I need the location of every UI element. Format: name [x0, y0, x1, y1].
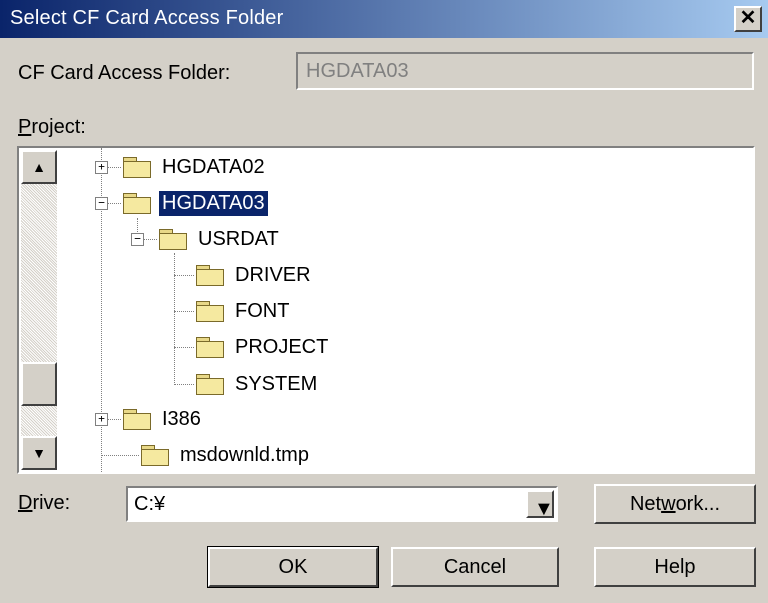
folder-icon [196, 374, 224, 395]
cancel-label: Cancel [443, 556, 507, 578]
tree-item-label: HGDATA02 [162, 155, 265, 178]
tree-item-label: HGDATA03 [158, 189, 269, 217]
drive-value: C:¥ [134, 493, 166, 515]
tree-item-project[interactable]: PROJECT [196, 332, 331, 362]
chevron-down-icon: ▼ [534, 498, 554, 520]
arrow-down-icon: ▼ [32, 445, 46, 461]
tree-item-usrdat[interactable]: USRDAT [159, 224, 282, 254]
scroll-up-button[interactable]: ▲ [21, 150, 57, 184]
tree-item-label: PROJECT [235, 335, 329, 358]
folder-icon [123, 157, 151, 178]
project-label-rest: roject: [31, 116, 86, 138]
scroll-thumb[interactable] [21, 362, 57, 406]
network-label-post: ork... [675, 493, 721, 515]
tree-item-font[interactable]: FONT [196, 296, 292, 326]
window-title: Select CF Card Access Folder [10, 7, 284, 29]
tree-line [174, 384, 194, 385]
drive-dropdown-button[interactable]: ▼ [526, 490, 554, 520]
collapse-toggle[interactable]: − [131, 233, 144, 246]
tree-line [174, 253, 175, 385]
folder-icon [196, 301, 224, 322]
tree-line [174, 275, 194, 276]
folder-icon [141, 445, 169, 466]
drive-label: Drive: [18, 492, 70, 515]
scroll-down-button[interactable]: ▼ [21, 436, 57, 470]
tree-item-label: I386 [162, 407, 201, 430]
tree-item-system[interactable]: SYSTEM [196, 369, 320, 399]
drive-label-rest: rive: [32, 492, 71, 514]
network-label-accel: w [661, 493, 676, 515]
dialog-window: Select CF Card Access Folder ✕ CF Card A… [0, 0, 768, 603]
network-label-pre: Net [629, 493, 662, 515]
tree-line [174, 311, 194, 312]
ok-button[interactable]: OK [207, 546, 379, 588]
folder-icon [123, 193, 151, 214]
project-label-accel: P [18, 116, 32, 138]
close-icon: ✕ [739, 7, 757, 29]
folder-icon [159, 229, 187, 250]
tree-line [101, 455, 139, 456]
ok-label: OK [278, 556, 308, 578]
access-folder-field: HGDATA03 [296, 52, 754, 90]
tree-item-label: DRIVER [235, 263, 311, 286]
access-folder-value: HGDATA03 [306, 60, 409, 82]
folder-icon [123, 409, 151, 430]
tree-item-msdownld[interactable]: msdownld.tmp [141, 440, 312, 470]
help-button[interactable]: Help [594, 547, 756, 587]
tree-item-label: msdownld.tmp [180, 443, 309, 466]
title-bar[interactable]: Select CF Card Access Folder ✕ [0, 0, 768, 38]
tree-vertical-scrollbar[interactable]: ▲ ▼ [21, 150, 57, 470]
expand-toggle[interactable]: + [95, 161, 108, 174]
close-button[interactable]: ✕ [734, 6, 762, 32]
folder-icon [196, 265, 224, 286]
collapse-toggle[interactable]: − [95, 197, 108, 210]
drive-label-accel: D [18, 492, 33, 514]
tree-item-label: SYSTEM [235, 372, 318, 395]
help-label: Help [654, 556, 696, 578]
access-folder-label: CF Card Access Folder: [18, 62, 231, 84]
cancel-button[interactable]: Cancel [391, 547, 559, 587]
tree-item-label: USRDAT [198, 227, 279, 250]
folder-icon [196, 337, 224, 358]
tree-item-label: FONT [235, 299, 290, 322]
tree-item-i386[interactable]: I386 [123, 404, 204, 434]
tree-item-hgdata02[interactable]: HGDATA02 [123, 152, 268, 182]
tree-line [174, 347, 194, 348]
project-tree[interactable]: ▲ ▼ + − − + HGDATA02 HGDATA03 USRDAT DRI… [17, 146, 755, 474]
network-button[interactable]: Network... [594, 484, 756, 524]
expand-toggle[interactable]: + [95, 413, 108, 426]
drive-select[interactable]: C:¥ ▼ [126, 486, 558, 522]
project-label: Project: [18, 116, 86, 139]
arrow-up-icon: ▲ [32, 159, 46, 175]
tree-item-driver[interactable]: DRIVER [196, 260, 314, 290]
tree-item-hgdata03[interactable]: HGDATA03 [123, 188, 269, 218]
